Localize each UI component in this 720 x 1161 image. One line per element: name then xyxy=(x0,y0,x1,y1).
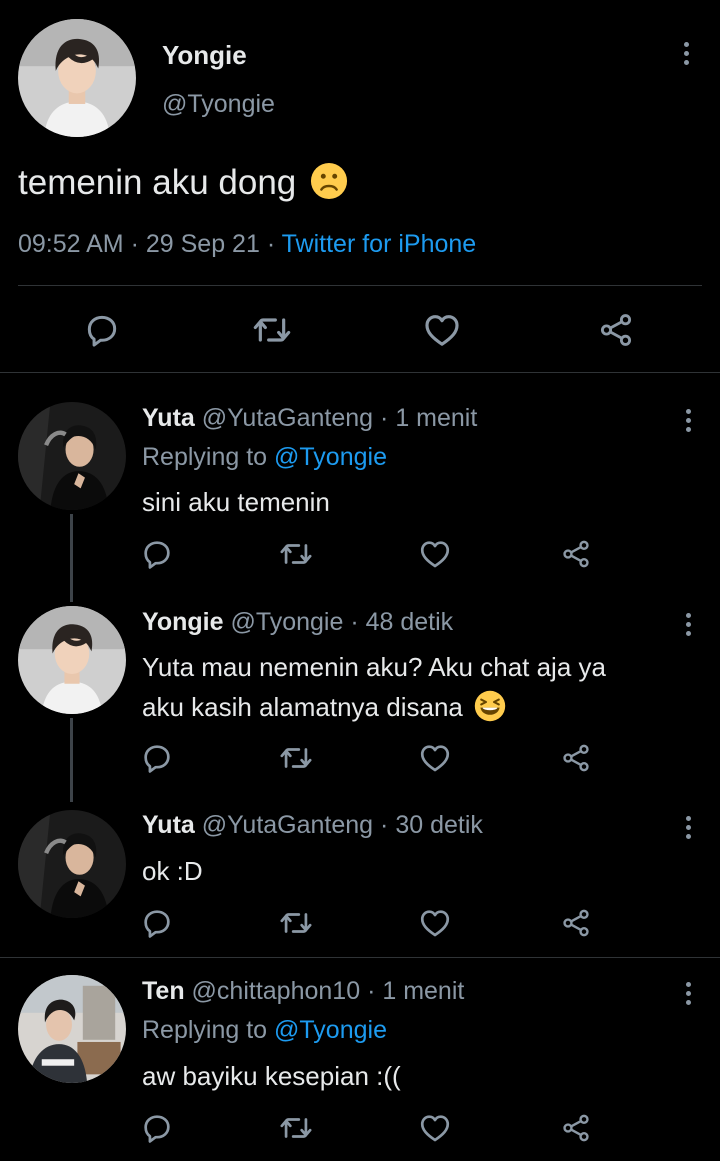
reply-handle[interactable]: @YutaGanteng xyxy=(202,404,373,432)
divider xyxy=(0,372,720,373)
more-options-icon[interactable] xyxy=(686,982,692,1005)
meta-separator: · xyxy=(367,977,376,1005)
reply-icon[interactable] xyxy=(83,311,121,349)
tweet-text-content: temenin aku dong xyxy=(18,163,297,202)
reply-text-content: aku kasih alamatnya disana xyxy=(142,692,463,722)
replying-to: Replying to @Tyongie xyxy=(142,1016,387,1045)
reply-avatar[interactable] xyxy=(18,810,126,918)
meta-separator: · xyxy=(380,404,389,432)
reply-icon[interactable] xyxy=(140,537,174,571)
tweet-date: 29 Sep 21 xyxy=(145,230,260,258)
reply-text: aw bayiku kesepian :(( xyxy=(142,1061,401,1091)
like-icon[interactable] xyxy=(418,906,452,940)
retweet-icon[interactable] xyxy=(279,537,313,571)
reply-text-line: Yuta mau nemenin aku? Aku chat aja ya xyxy=(142,652,606,682)
like-icon[interactable] xyxy=(422,310,462,350)
reply-header: Yuta @YutaGanteng · 30 detik xyxy=(142,811,483,840)
more-options-icon[interactable] xyxy=(684,42,690,65)
reply-icon[interactable] xyxy=(140,741,174,775)
reply-time: 1 menit xyxy=(395,404,478,432)
share-icon[interactable] xyxy=(597,311,635,349)
divider xyxy=(18,285,702,286)
reply-time: 30 detik xyxy=(395,811,483,839)
replying-to-label: Replying to xyxy=(142,443,268,471)
meta-separator: · xyxy=(130,230,139,258)
reply-handle[interactable]: @Tyongie xyxy=(230,608,343,636)
reply-display-name[interactable]: Yuta xyxy=(142,404,195,432)
more-options-icon[interactable] xyxy=(686,613,692,636)
reply-avatar[interactable] xyxy=(18,606,126,714)
like-icon[interactable] xyxy=(418,537,452,571)
more-options-icon[interactable] xyxy=(686,409,692,432)
reply-handle[interactable]: @YutaGanteng xyxy=(202,811,373,839)
reply-header: Ten @chittaphon10 · 1 menit xyxy=(142,977,464,1006)
author-display-name[interactable]: Yongie xyxy=(162,40,247,71)
reply-header: Yongie @Tyongie · 48 detik xyxy=(142,608,453,637)
reply-text-line: aku kasih alamatnya disana xyxy=(142,690,506,723)
share-icon[interactable] xyxy=(560,742,592,774)
more-options-icon[interactable] xyxy=(686,816,692,839)
divider xyxy=(0,957,720,958)
reply-text: sini aku temenin xyxy=(142,487,330,517)
thread-line xyxy=(70,718,73,802)
author-handle[interactable]: @Tyongie xyxy=(162,90,275,119)
reply-header: Yuta @YutaGanteng · 1 menit xyxy=(142,404,477,433)
reply-avatar[interactable] xyxy=(18,402,126,510)
reply-avatar[interactable] xyxy=(18,975,126,1083)
tweet-source-link[interactable]: Twitter for iPhone xyxy=(282,230,477,258)
replying-to-handle[interactable]: @Tyongie xyxy=(274,1016,387,1044)
replying-to-handle[interactable]: @Tyongie xyxy=(274,443,387,471)
replying-to: Replying to @Tyongie xyxy=(142,443,387,472)
tweet-text: temenin aku dong xyxy=(18,162,348,203)
share-icon[interactable] xyxy=(560,538,592,570)
like-icon[interactable] xyxy=(418,1111,452,1145)
retweet-icon[interactable] xyxy=(279,741,313,775)
reply-text: ok :D xyxy=(142,856,203,886)
meta-separator: · xyxy=(350,608,359,636)
thread-line xyxy=(70,514,73,602)
retweet-icon[interactable] xyxy=(279,1111,313,1145)
grinning-squinting-face-emoji xyxy=(474,690,506,722)
like-icon[interactable] xyxy=(418,741,452,775)
reply-display-name[interactable]: Ten xyxy=(142,977,185,1005)
tweet-time: 09:52 AM xyxy=(18,230,124,258)
frown-face-emoji xyxy=(310,162,348,200)
tweet-meta: 09:52 AM · 29 Sep 21 · Twitter for iPhon… xyxy=(18,230,476,259)
share-icon[interactable] xyxy=(560,907,592,939)
replying-to-label: Replying to xyxy=(142,1016,268,1044)
reply-display-name[interactable]: Yuta xyxy=(142,811,195,839)
share-icon[interactable] xyxy=(560,1112,592,1144)
retweet-icon[interactable] xyxy=(252,310,292,350)
reply-time: 48 detik xyxy=(365,608,454,636)
reply-icon[interactable] xyxy=(140,906,174,940)
meta-separator: · xyxy=(380,811,389,839)
meta-separator: · xyxy=(266,230,276,258)
reply-time: 1 menit xyxy=(382,977,465,1005)
author-avatar[interactable] xyxy=(18,19,136,137)
retweet-icon[interactable] xyxy=(279,906,313,940)
reply-handle[interactable]: @chittaphon10 xyxy=(192,977,361,1005)
reply-display-name[interactable]: Yongie xyxy=(142,608,223,636)
reply-icon[interactable] xyxy=(140,1111,174,1145)
